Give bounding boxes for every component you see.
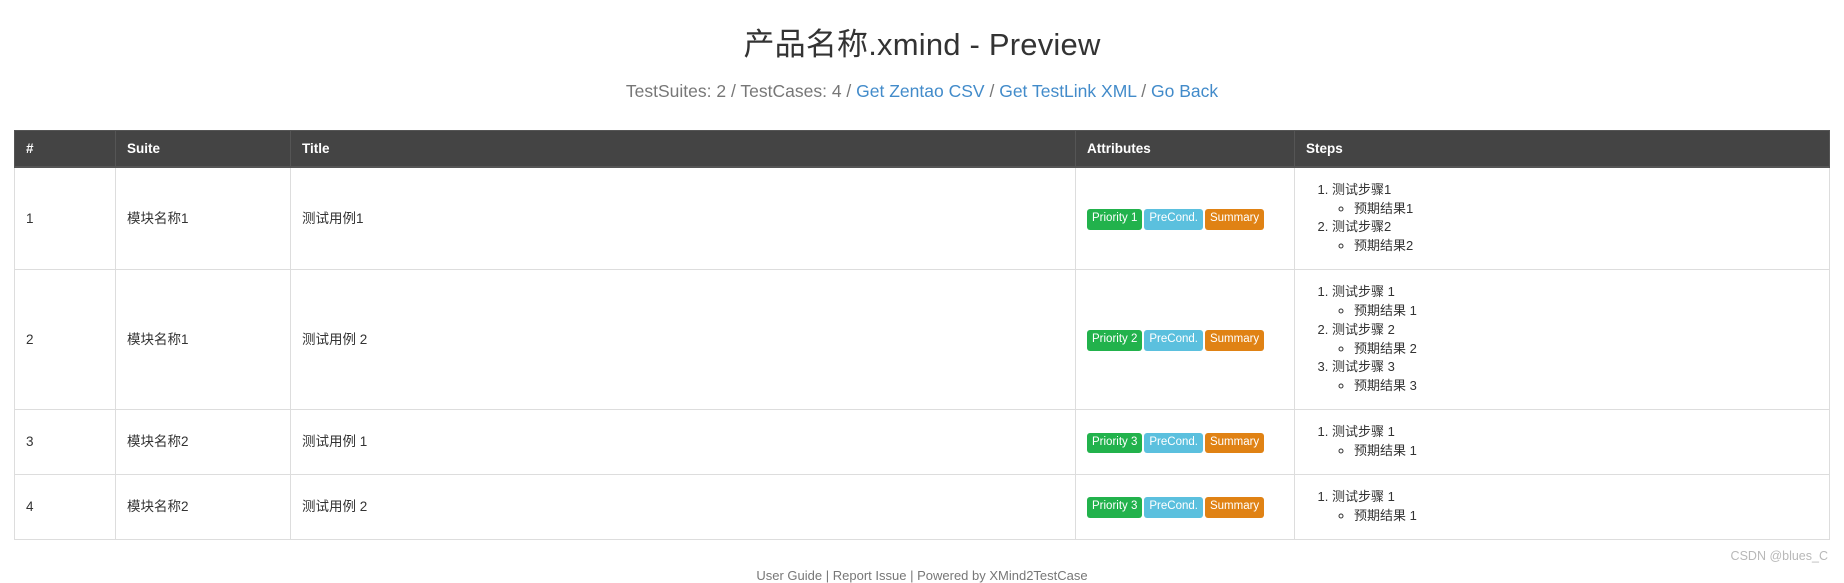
step-label: 测试步骤 2: [1332, 321, 1395, 337]
cell-attributes: Priority 1 PreCond. Summary: [1075, 166, 1295, 271]
step-item: 测试步骤 1 预期结果 1: [1332, 423, 1818, 461]
separator-3: /: [989, 81, 995, 102]
expected-result-list: 预期结果2: [1332, 237, 1818, 256]
report-issue-link[interactable]: Report Issue: [833, 568, 907, 583]
preview-summary-bar: TestSuites: 2 / TestCases: 4 / Get Zenta…: [14, 63, 1830, 104]
cell-attributes: Priority 3 PreCond. Summary: [1075, 473, 1295, 540]
expected-result-item: 预期结果 1: [1354, 507, 1818, 526]
step-item: 测试步骤 3 预期结果 3: [1332, 358, 1818, 396]
column-header-steps: Steps: [1294, 129, 1830, 168]
steps-list: 测试步骤1 预期结果1测试步骤2 预期结果2: [1306, 181, 1818, 256]
summary-badge[interactable]: Summary: [1204, 330, 1265, 351]
expected-result-item: 预期结果1: [1354, 200, 1818, 219]
page-footer: User Guide | Report Issue | Powered by X…: [0, 568, 1844, 583]
expected-result-list: 预期结果 2: [1332, 340, 1818, 359]
step-item: 测试步骤1 预期结果1: [1332, 181, 1818, 219]
steps-list: 测试步骤 1 预期结果 1: [1306, 423, 1818, 461]
expected-result-list: 预期结果 3: [1332, 377, 1818, 396]
column-header-index: #: [14, 129, 116, 168]
footer-divider-2: |: [910, 567, 914, 583]
powered-by-label: Powered by XMind2TestCase: [917, 567, 1088, 583]
column-header-attributes: Attributes: [1075, 129, 1295, 168]
testcases-count: TestCases: 4: [740, 81, 842, 102]
precondition-badge[interactable]: PreCond.: [1144, 209, 1203, 230]
table-row: 3模块名称2测试用例 1Priority 3PreCond.Summary测试步…: [14, 409, 1830, 475]
go-back-link[interactable]: Go Back: [1151, 81, 1218, 101]
table-row: 4模块名称2测试用例 2Priority 3PreCond.Summary测试步…: [14, 473, 1830, 540]
priority-badge[interactable]: Priority 1: [1087, 209, 1143, 230]
cell-steps: 测试步骤1 预期结果1测试步骤2 预期结果2: [1294, 166, 1830, 271]
expected-result-item: 预期结果 1: [1354, 302, 1818, 321]
preview-page: 产品名称.xmind - Preview TestSuites: 2 / Tes…: [0, 0, 1844, 104]
step-label: 测试步骤 3: [1332, 359, 1395, 375]
watermark: CSDN @blues_C: [1730, 549, 1828, 563]
cell-title: 测试用例 2: [290, 269, 1076, 411]
get-zentao-csv-link[interactable]: Get Zentao CSV: [856, 81, 984, 101]
step-item: 测试步骤2 预期结果2: [1332, 218, 1818, 256]
cell-title: 测试用例1: [290, 166, 1076, 271]
user-guide-link[interactable]: User Guide: [756, 568, 822, 583]
expected-result-item: 预期结果 3: [1354, 377, 1818, 396]
expected-result-item: 预期结果 1: [1354, 442, 1818, 461]
separator-1: /: [730, 81, 736, 102]
step-label: 测试步骤2: [1332, 219, 1392, 235]
priority-badge[interactable]: Priority 3: [1087, 497, 1143, 518]
step-label: 测试步骤 1: [1332, 424, 1395, 440]
precondition-badge[interactable]: PreCond.: [1144, 432, 1203, 454]
table-header-row: # Suite Title Attributes Steps: [14, 129, 1830, 168]
testsuites-count: TestSuites: 2: [625, 81, 727, 102]
precondition-badge[interactable]: PreCond.: [1144, 330, 1203, 351]
column-header-title: Title: [290, 129, 1076, 168]
cell-title: 测试用例 2: [290, 473, 1076, 540]
priority-badge[interactable]: Priority 2: [1087, 330, 1143, 351]
cell-index: 2: [14, 269, 116, 411]
table-body: 1模块名称1测试用例1Priority 1PreCond.Summary测试步骤…: [14, 166, 1830, 540]
testcase-table: # Suite Title Attributes Steps 1 模块名称1 测试用…: [14, 129, 1830, 540]
cell-attributes: Priority 3 PreCond. Summary: [1075, 409, 1295, 475]
expected-result-list: 预期结果 1: [1332, 442, 1818, 461]
steps-list: 测试步骤 1 预期结果 1测试步骤 2 预期结果 2测试步骤 3 预期结果 3: [1306, 283, 1818, 396]
step-item: 测试步骤 2 预期结果 2: [1332, 321, 1818, 359]
cell-steps: 测试步骤 1 预期结果 1测试步骤 2 预期结果 2测试步骤 3 预期结果 3: [1294, 269, 1830, 411]
step-item: 测试步骤 1 预期结果 1: [1332, 488, 1818, 526]
step-item: 测试步骤 1 预期结果 1: [1332, 283, 1818, 321]
step-label: 测试步骤 1: [1332, 284, 1395, 300]
cell-index: 3: [14, 409, 116, 475]
expected-result-list: 预期结果1: [1332, 200, 1818, 219]
expected-result-item: 预期结果 2: [1354, 340, 1818, 359]
cell-suite: 模块名称2: [115, 409, 291, 475]
page-title: 产品名称.xmind - Preview: [743, 27, 1101, 62]
cell-suite: 模块名称2: [115, 473, 291, 540]
priority-badge[interactable]: Priority 3: [1087, 432, 1143, 454]
separator-4: /: [1141, 81, 1147, 102]
expected-result-list: 预期结果 1: [1332, 507, 1818, 526]
cell-title: 测试用例 1: [290, 409, 1076, 475]
cell-steps: 测试步骤 1 预期结果 1: [1294, 473, 1830, 540]
separator-2: /: [846, 81, 852, 102]
expected-result-item: 预期结果2: [1354, 237, 1818, 256]
footer-divider-1: |: [825, 567, 830, 583]
table-row: 1模块名称1测试用例1Priority 1PreCond.Summary测试步骤…: [14, 166, 1830, 271]
expected-result-list: 预期结果 1: [1332, 302, 1818, 321]
summary-badge[interactable]: Summary: [1204, 209, 1265, 230]
cell-suite: 模块名称1: [115, 166, 291, 271]
precondition-badge[interactable]: PreCond.: [1144, 497, 1203, 518]
cell-index: 1: [14, 166, 116, 271]
cell-suite: 模块名称1: [115, 269, 291, 411]
steps-list: 测试步骤 1 预期结果 1: [1306, 488, 1818, 526]
column-header-suite: Suite: [115, 129, 291, 168]
cell-index: 4: [14, 473, 116, 540]
table-row: 2模块名称1测试用例 2Priority 2PreCond.Summary测试步…: [14, 269, 1830, 411]
testcase-table-wrapper: # Suite Title Attributes Steps 1 模块名称1 测试用…: [0, 129, 1844, 540]
step-label: 测试步骤 1: [1332, 488, 1395, 504]
step-label: 测试步骤1: [1332, 181, 1392, 197]
cell-attributes: Priority 2 PreCond. Summary: [1075, 269, 1295, 411]
cell-steps: 测试步骤 1 预期结果 1: [1294, 409, 1830, 475]
summary-badge[interactable]: Summary: [1204, 432, 1265, 454]
get-testlink-xml-link[interactable]: Get TestLink XML: [999, 81, 1136, 101]
summary-badge[interactable]: Summary: [1204, 497, 1265, 518]
table-header: # Suite Title Attributes Steps: [14, 129, 1830, 168]
